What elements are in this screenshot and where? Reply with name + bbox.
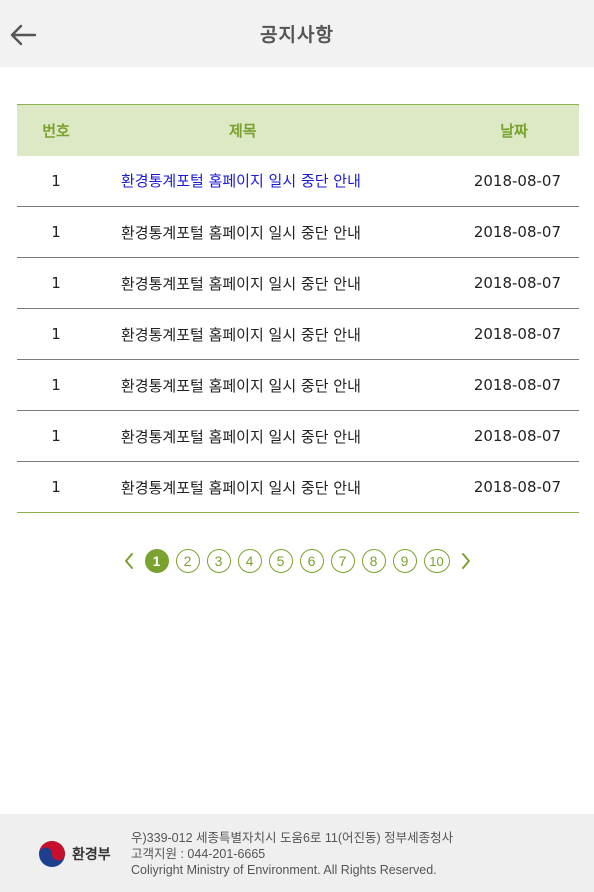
next-page-button[interactable]: [457, 549, 475, 573]
notice-title-link[interactable]: 환경통계포털 홈페이지 일시 중단 안내: [95, 411, 449, 462]
page-number-list: 1 2 3 4 5 6 7 8 9 10: [144, 549, 450, 573]
row-number: 1: [51, 223, 61, 241]
page-button-9[interactable]: 9: [392, 549, 417, 573]
table-header-row: 번호 제목 날짜: [17, 104, 579, 156]
row-number: 1: [51, 274, 61, 292]
table-row[interactable]: 1 환경통계포털 홈페이지 일시 중단 안내 2018-08-07: [17, 411, 579, 462]
table-row[interactable]: 1 환경통계포털 홈페이지 일시 중단 안내 2018-08-07: [17, 309, 579, 360]
notice-table: 번호 제목 날짜 1 환경통계포털 홈페이지 일시 중단 안내 2018-08-07…: [17, 104, 579, 513]
row-date: 2018-08-07: [473, 274, 561, 292]
page-button-8[interactable]: 8: [361, 549, 386, 573]
chevron-right-icon: [461, 553, 470, 569]
row-date: 2018-08-07: [473, 171, 561, 190]
page-button-7[interactable]: 7: [330, 549, 355, 573]
notice-title-link[interactable]: 환경통계포털 홈페이지 일시 중단 안내: [95, 360, 449, 411]
page-button-1[interactable]: 1: [144, 549, 169, 573]
notice-title-link[interactable]: 환경통계포털 홈페이지 일시 중단 안내: [95, 156, 449, 207]
prev-page-button[interactable]: [120, 549, 138, 573]
app-header: 공지사항: [0, 0, 594, 67]
page-button-3[interactable]: 3: [206, 549, 231, 573]
ministry-logo[interactable]: 환경부: [38, 840, 111, 868]
page-button-5[interactable]: 5: [268, 549, 293, 573]
row-number: 1: [51, 171, 61, 190]
column-header-title: 제목: [229, 121, 257, 140]
row-number: 1: [51, 478, 61, 496]
notice-title-link[interactable]: 환경통계포털 홈페이지 일시 중단 안내: [95, 309, 449, 360]
page-button-4[interactable]: 4: [237, 549, 262, 573]
taegeuk-emblem-icon: [39, 841, 65, 867]
row-date: 2018-08-07: [473, 478, 561, 496]
notice-title-link[interactable]: 환경통계포털 홈페이지 일시 중단 안내: [95, 207, 449, 258]
table-row[interactable]: 1 환경통계포털 홈페이지 일시 중단 안내 2018-08-07: [17, 156, 579, 207]
row-date: 2018-08-07: [473, 223, 561, 241]
ministry-logo-text: 환경부: [72, 847, 111, 863]
footer-phone: 고객지원 : 044-201-6665: [131, 847, 266, 861]
row-number: 1: [51, 427, 61, 445]
row-date: 2018-08-07: [473, 325, 561, 343]
page-button-6[interactable]: 6: [299, 549, 324, 573]
table-row[interactable]: 1 환경통계포털 홈페이지 일시 중단 안내 2018-08-07: [17, 462, 579, 513]
page-button-10[interactable]: 10: [423, 549, 450, 573]
page-button-2[interactable]: 2: [175, 549, 200, 573]
footer-copyright: Coliyright Ministry of Environment. All …: [131, 863, 437, 877]
notice-title-link[interactable]: 환경통계포털 홈페이지 일시 중단 안내: [95, 462, 449, 513]
column-header-date: 날짜: [500, 121, 528, 140]
row-date: 2018-08-07: [473, 376, 561, 394]
row-date: 2018-08-07: [473, 427, 561, 445]
row-number: 1: [51, 325, 61, 343]
footer: 환경부 우)339-012 세종특별자치시 도움6로 11(어진동) 정부세종청…: [0, 814, 594, 892]
notice-title-link[interactable]: 환경통계포털 홈페이지 일시 중단 안내: [95, 258, 449, 309]
page-title: 공지사항: [260, 24, 334, 46]
column-header-number: 번호: [42, 121, 70, 140]
table-row[interactable]: 1 환경통계포털 홈페이지 일시 중단 안내 2018-08-07: [17, 207, 579, 258]
footer-address: 우)339-012 세종특별자치시 도움6로 11(어진동) 정부세종청사: [131, 831, 454, 845]
table-row[interactable]: 1 환경통계포털 홈페이지 일시 중단 안내 2018-08-07: [17, 360, 579, 411]
pagination: 1 2 3 4 5 6 7 8 9 10: [0, 549, 594, 573]
footer-info: 우)339-012 세종특별자치시 도움6로 11(어진동) 정부세종청사 고객…: [131, 830, 453, 878]
table-row[interactable]: 1 환경통계포털 홈페이지 일시 중단 안내 2018-08-07: [17, 258, 579, 309]
row-number: 1: [51, 376, 61, 394]
chevron-left-icon: [124, 553, 133, 569]
